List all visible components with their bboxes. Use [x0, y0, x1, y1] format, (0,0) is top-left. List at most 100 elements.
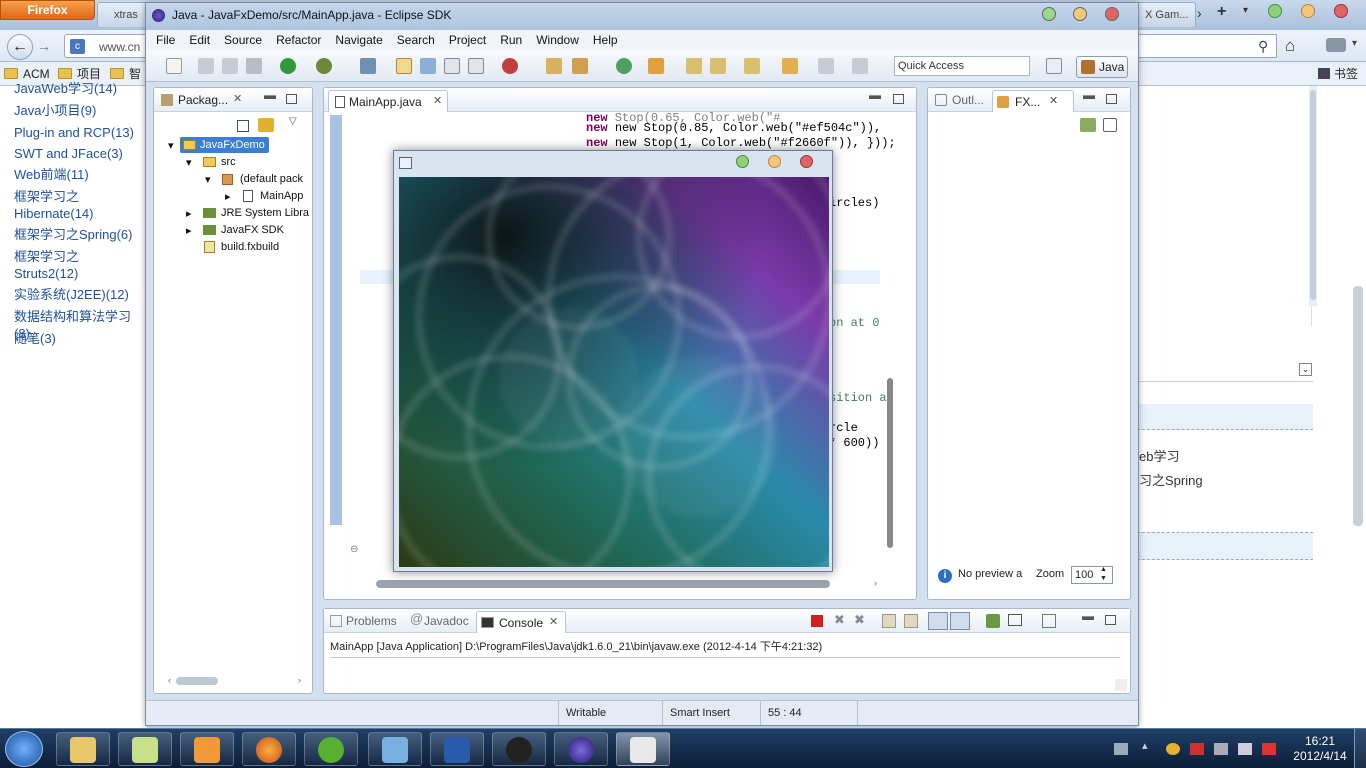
- menu-refactor[interactable]: Refactor: [276, 30, 321, 50]
- tree-item-default-package[interactable]: (default pack: [220, 171, 312, 187]
- tree-item-src[interactable]: src: [201, 154, 236, 170]
- blog-link[interactable]: 框架学习之Spring(6): [14, 226, 146, 243]
- open-task-icon[interactable]: [572, 58, 588, 74]
- display-console-icon[interactable]: [1008, 614, 1022, 626]
- menu-help[interactable]: Help: [593, 30, 618, 50]
- taskbar-explorer[interactable]: [56, 732, 110, 766]
- blog-link[interactable]: Java小项目(9): [14, 102, 146, 119]
- url-bar[interactable]: c www.cn: [64, 34, 148, 58]
- collapse-all-icon[interactable]: [237, 120, 249, 132]
- debug-icon[interactable]: [316, 58, 332, 74]
- tab-console[interactable]: Console ✕: [476, 611, 566, 633]
- menu-navigate[interactable]: Navigate: [335, 30, 382, 50]
- maximize-view-icon[interactable]: [286, 94, 297, 104]
- show-stderr-icon[interactable]: [950, 612, 970, 630]
- close-icon[interactable]: [800, 155, 813, 168]
- forward-icon[interactable]: →: [37, 38, 51, 54]
- blog-link[interactable]: 框架学习之Struts2(12): [14, 248, 94, 282]
- horizontal-scroll-thumb[interactable]: [176, 677, 218, 685]
- scroll-right-icon[interactable]: ›: [298, 675, 301, 685]
- horizontal-scroll-thumb[interactable]: [376, 580, 830, 588]
- right-link[interactable]: 习之Spring: [1139, 470, 1203, 489]
- menu-edit[interactable]: Edit: [189, 30, 210, 50]
- view-menu-icon[interactable]: ▽: [289, 116, 297, 127]
- taskbar-java[interactable]: [616, 732, 670, 766]
- close-tab-icon[interactable]: ✕: [549, 615, 558, 628]
- menu-file[interactable]: File: [156, 30, 175, 50]
- taskbar-eclipse[interactable]: [554, 732, 608, 766]
- tree-item-build-fxbuild[interactable]: build.fxbuild: [201, 239, 279, 255]
- search-icon[interactable]: ⚲: [1258, 38, 1268, 55]
- tab-outline[interactable]: Outl...: [952, 90, 984, 110]
- volume-icon[interactable]: [1262, 743, 1276, 755]
- tab-package-explorer[interactable]: Packag...: [178, 90, 228, 110]
- new-java-package-icon[interactable]: [648, 58, 664, 74]
- open-perspective-icon[interactable]: [1046, 58, 1062, 74]
- close-tab-icon[interactable]: ✕: [1049, 94, 1058, 107]
- mark-occurrences-icon[interactable]: [396, 58, 412, 74]
- taskbar-app[interactable]: [304, 732, 358, 766]
- addon-icon[interactable]: [1326, 38, 1346, 52]
- tree-toggle-icon[interactable]: ▸: [186, 206, 192, 222]
- tree-item-mainapp[interactable]: MainApp: [240, 188, 303, 204]
- minimize-icon[interactable]: [1042, 7, 1056, 21]
- frame-scroll-thumb[interactable]: [1310, 90, 1316, 300]
- skip-breakpoints-icon[interactable]: [360, 58, 376, 74]
- tree-item-javafx-sdk[interactable]: JavaFX SDK: [201, 222, 284, 238]
- close-tab-icon[interactable]: ✕: [233, 92, 242, 105]
- taskbar-media[interactable]: [180, 732, 234, 766]
- tab-fx-preview[interactable]: FX... ✕: [992, 90, 1074, 112]
- blog-link[interactable]: SWT and JFace(3): [14, 145, 146, 162]
- link-editor-icon[interactable]: [258, 118, 274, 132]
- home-icon[interactable]: ⌂: [1285, 36, 1295, 56]
- qq-tray-icon[interactable]: [1166, 743, 1180, 755]
- show-stdout-icon[interactable]: [928, 612, 948, 630]
- page-scroll-thumb[interactable]: [1353, 286, 1363, 526]
- blog-link[interactable]: 实验系统(J2EE)(12): [14, 286, 146, 303]
- tab-mainapp-java[interactable]: MainApp.java ✕: [328, 90, 448, 112]
- open-console-icon[interactable]: [1042, 614, 1056, 628]
- network-icon[interactable]: [1238, 743, 1252, 755]
- remove-all-icon[interactable]: ✖: [854, 612, 865, 628]
- show-whitespace-icon[interactable]: [444, 58, 460, 74]
- flag-icon[interactable]: [1190, 743, 1204, 755]
- taskbar-word[interactable]: [430, 732, 484, 766]
- clear-console-icon[interactable]: [882, 614, 896, 628]
- tree-toggle-icon[interactable]: ▸: [186, 223, 192, 239]
- tab-problems[interactable]: Problems: [346, 611, 397, 631]
- maximize-view-icon[interactable]: [1106, 94, 1117, 104]
- device-icon[interactable]: [1214, 743, 1228, 755]
- remove-launch-icon[interactable]: ✖: [834, 612, 845, 628]
- search-box[interactable]: ⚲: [1137, 34, 1277, 58]
- zoom-down-icon[interactable]: ▼: [1100, 575, 1107, 582]
- keyboard-icon[interactable]: [1114, 743, 1128, 755]
- back-icon[interactable]: [782, 58, 798, 74]
- tree-toggle-icon[interactable]: ▸: [225, 189, 231, 205]
- scroll-left-icon[interactable]: ‹: [168, 675, 171, 685]
- show-hidden-icon[interactable]: ▴: [1142, 739, 1156, 752]
- back-icon[interactable]: ←: [7, 34, 33, 60]
- preview-options-icon[interactable]: [1103, 118, 1117, 132]
- scroll-lock-icon[interactable]: [904, 614, 918, 628]
- terminate-icon[interactable]: [811, 615, 823, 627]
- minimize-view-icon[interactable]: ▬: [264, 88, 276, 102]
- minimize-icon[interactable]: [736, 155, 749, 168]
- new-icon[interactable]: [166, 58, 182, 74]
- external-tools-icon[interactable]: [616, 58, 632, 74]
- menu-project[interactable]: Project: [449, 30, 486, 50]
- fold-toggle-icon[interactable]: ⊖: [350, 544, 358, 555]
- new-tab-icon[interactable]: +: [1217, 3, 1226, 21]
- frame-scrollbar[interactable]: [1309, 86, 1317, 306]
- run-icon[interactable]: [280, 58, 296, 74]
- fx-canvas[interactable]: [399, 177, 829, 567]
- tab-list-icon[interactable]: ▾: [1243, 5, 1248, 16]
- menu-search[interactable]: Search: [397, 30, 435, 50]
- print-icon[interactable]: [246, 58, 262, 74]
- save-all-icon[interactable]: [222, 58, 238, 74]
- tree-item-jre[interactable]: JRE System Libra: [201, 205, 312, 221]
- tab-scroll-right-icon[interactable]: ›: [1197, 5, 1202, 21]
- taskbar-notepad[interactable]: [118, 732, 172, 766]
- close-tab-icon[interactable]: ✕: [433, 94, 442, 107]
- java-perspective-button[interactable]: Java: [1076, 56, 1128, 78]
- quick-access-input[interactable]: Quick Access: [894, 56, 1030, 76]
